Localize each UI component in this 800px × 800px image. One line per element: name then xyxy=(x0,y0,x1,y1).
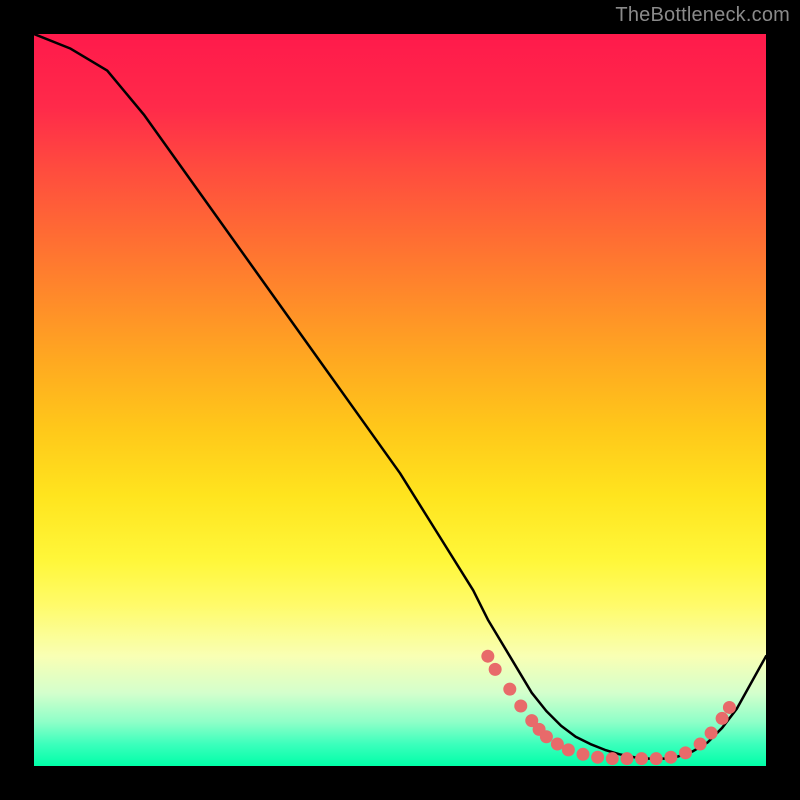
data-marker xyxy=(514,699,527,712)
data-marker xyxy=(489,663,502,676)
data-marker xyxy=(694,738,707,751)
data-marker xyxy=(716,712,729,725)
data-marker xyxy=(577,748,590,761)
data-marker xyxy=(591,751,604,764)
attribution-text: TheBottleneck.com xyxy=(615,4,790,27)
data-marker xyxy=(551,738,564,751)
chart-svg xyxy=(34,34,766,766)
data-marker xyxy=(650,752,663,765)
chart-markers xyxy=(481,650,736,765)
chart-outer-frame: TheBottleneck.com xyxy=(0,0,800,800)
data-marker xyxy=(620,752,633,765)
data-marker xyxy=(679,746,692,759)
data-marker xyxy=(664,751,677,764)
data-marker xyxy=(503,683,516,696)
data-marker xyxy=(606,752,619,765)
data-marker xyxy=(723,701,736,714)
data-marker xyxy=(562,743,575,756)
chart-curve xyxy=(34,34,766,759)
data-marker xyxy=(481,650,494,663)
data-marker xyxy=(540,730,553,743)
data-marker xyxy=(635,752,648,765)
chart-plot-area xyxy=(34,34,766,766)
data-marker xyxy=(705,727,718,740)
